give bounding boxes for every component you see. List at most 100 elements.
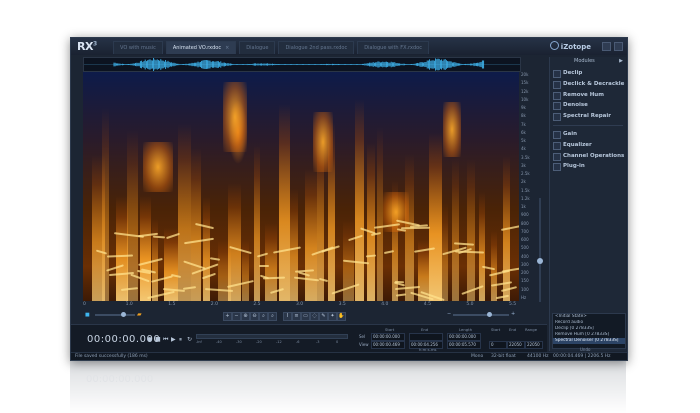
tab-dialogue-2nd-pass[interactable]: Dialogue 2nd pass.rxdoc — [278, 41, 355, 54]
spectral-hotspot — [443, 102, 461, 157]
time-tick-label: 5.5 — [509, 302, 517, 307]
waveform-toggle-icon[interactable]: ■ — [85, 312, 90, 318]
tab-animated-vo[interactable]: Animated VO.rxdoc × — [165, 41, 237, 54]
freq-range-field[interactable]: 22050 — [525, 341, 543, 349]
module-remove-hum[interactable]: Remove Hum — [550, 90, 626, 101]
sel-end-field[interactable] — [409, 333, 443, 341]
freq-tick-label: 300 — [521, 261, 529, 267]
hand-tool-icon[interactable]: ✋ — [337, 312, 346, 321]
zoom-knob[interactable] — [121, 312, 126, 317]
amplitude-zoom-slider[interactable] — [537, 198, 543, 302]
spectral-repair-icon — [553, 113, 561, 122]
module-label: Denoise — [563, 102, 588, 109]
record-arm-icon[interactable]: ● — [147, 336, 152, 343]
freq-end-field[interactable]: 22050 — [507, 341, 525, 349]
sel-length-field[interactable]: 00:00:00.000 — [447, 333, 481, 341]
history-item-selected[interactable]: Spectral Denoiser [0 27833S] — [553, 338, 625, 344]
close-window-button[interactable] — [614, 42, 623, 51]
zoom-time-icon[interactable]: ⌕ — [259, 312, 268, 321]
modules-title: Modules — [574, 58, 595, 64]
document-tabs: VO with music Animated VO.rxdoc × Dialogu… — [113, 41, 432, 55]
tab-dialogue-with-fx[interactable]: Dialogue with FX.rxdoc — [357, 41, 429, 54]
lasso-tool-icon[interactable]: ◌ — [310, 312, 319, 321]
module-denoise[interactable]: Denoise — [550, 100, 626, 111]
module-equalizer[interactable]: Equalizer — [550, 140, 626, 151]
spectral-band — [203, 197, 210, 301]
freq-tick-label: 600 — [521, 237, 529, 243]
module-channel-operations[interactable]: Channel Operations — [550, 151, 626, 162]
chevron-right-icon[interactable]: ▶ — [619, 57, 623, 66]
freq-tick-label: 3k — [521, 162, 526, 168]
tab-label: Dialogue 2nd pass.rxdoc — [285, 45, 348, 51]
waveform-graphic — [84, 58, 520, 71]
spectral-band — [290, 188, 299, 301]
view-start-field[interactable]: 00:00:00.469 — [371, 341, 405, 349]
timeline-zoom-slider[interactable] — [453, 312, 509, 317]
magic-wand-icon[interactable]: ✦ — [328, 312, 337, 321]
close-tab-icon[interactable]: × — [225, 45, 229, 51]
waveform-overview[interactable] — [83, 57, 521, 72]
module-plug-in[interactable]: Plug-in — [550, 161, 626, 172]
time-tick-label: 0 — [83, 302, 86, 307]
modules-list: Declip Declick & Decrackle Remove Hum De… — [550, 68, 626, 172]
freq-tick-label: 6k — [521, 129, 526, 135]
minimize-button[interactable] — [602, 42, 611, 51]
zoom-out-icon[interactable]: − — [447, 311, 451, 317]
time-select-tool-icon[interactable]: I — [283, 312, 292, 321]
freq-start-field[interactable]: 0 — [489, 341, 507, 349]
play-button[interactable]: ▶ — [171, 336, 176, 343]
tab-label: Dialogue — [246, 45, 269, 51]
tab-vo-with-music[interactable]: VO with music — [113, 41, 163, 54]
view-length-field[interactable]: 00:00:05.570 — [447, 341, 481, 349]
logo-text: RX — [77, 40, 93, 53]
rect-select-tool-icon[interactable]: ▭ — [301, 312, 310, 321]
end-header: End — [421, 327, 429, 332]
zoom-in-icon[interactable]: + — [511, 311, 515, 317]
module-declip[interactable]: Declip — [550, 68, 626, 79]
time-axis: 0 1.0 1.5 2.0 2.5 3.0 3.5 4.0 4.5 5.0 5.5 — [83, 302, 519, 310]
spectrogram-toggle-icon[interactable]: ▰ — [137, 311, 142, 318]
channel-icon — [553, 152, 561, 161]
window-controls — [602, 42, 623, 51]
go-to-start-button[interactable]: ⏮ — [163, 336, 168, 344]
module-spectral-repair[interactable]: Spectral Repair — [550, 111, 626, 122]
status-samplerate: 44100 Hz — [527, 354, 549, 359]
freq-tick-label: 7k — [521, 121, 526, 127]
module-label: Plug-in — [563, 163, 585, 170]
freq-start-header: Start — [491, 327, 501, 332]
pause-button[interactable]: ⏸ — [179, 336, 182, 344]
time-tick-label: 1.5 — [168, 302, 176, 307]
spectral-band — [429, 133, 442, 301]
amp-slider-knob[interactable] — [537, 258, 543, 264]
zoom-knob[interactable] — [487, 312, 492, 317]
zoom-freq-icon[interactable]: ⌕ — [268, 312, 277, 321]
freq-tick-label: 15k — [521, 80, 529, 86]
freq-tick-label: 20k — [521, 72, 529, 77]
declip-icon — [553, 70, 561, 78]
spectral-band — [467, 158, 475, 301]
zoom-fit-icon[interactable]: ⊖ — [250, 312, 259, 321]
loop-button[interactable]: ↻ — [187, 336, 192, 343]
module-declick[interactable]: Declick & Decrackle — [550, 79, 626, 90]
tab-label: Dialogue with FX.rxdoc — [364, 45, 422, 51]
spectral-band — [376, 127, 383, 301]
spectral-band — [115, 195, 128, 301]
brush-tool-icon[interactable]: ✎ — [319, 312, 328, 321]
zoom-in-tool-icon[interactable]: + — [223, 312, 232, 321]
zoom-out-tool-icon[interactable]: − — [232, 312, 241, 321]
sel-start-field[interactable]: 00:00:00.000 — [371, 333, 405, 341]
modules-header[interactable]: Modules ▶ — [550, 57, 626, 66]
waveform-zoom-slider[interactable] — [95, 312, 135, 317]
freq-tick-label: 4k — [521, 146, 526, 152]
spectrogram-display[interactable] — [83, 72, 519, 301]
time-tick-label: 3.0 — [296, 302, 304, 307]
zoom-selection-icon[interactable]: ⊕ — [241, 312, 250, 321]
module-gain[interactable]: Gain — [550, 129, 626, 140]
length-header: Length — [459, 327, 473, 332]
freq-select-tool-icon[interactable]: ≡ — [292, 312, 301, 321]
spectral-band — [101, 108, 110, 301]
spectral-band — [305, 168, 318, 301]
stop-button[interactable]: ■ — [155, 336, 161, 343]
tab-dialogue[interactable]: Dialogue — [239, 41, 276, 54]
spectral-band — [491, 231, 498, 301]
